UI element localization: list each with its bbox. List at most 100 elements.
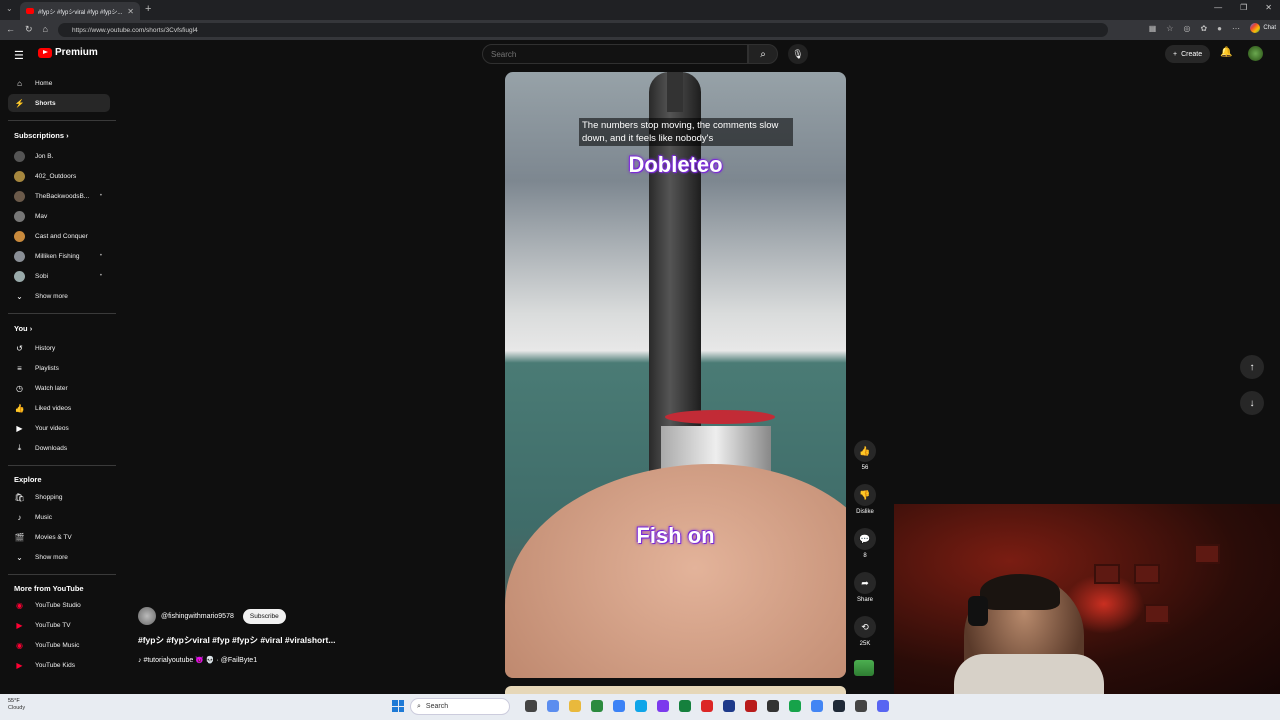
share-button[interactable]: ➦ Share [850,572,880,603]
app-icon[interactable] [679,700,691,712]
voice-search-button[interactable]: 🎙 [788,44,808,64]
sidebar-item-subscription[interactable]: Milliken Fishing • [8,247,110,265]
comments-button[interactable]: 💬 8 [850,528,880,559]
sidebar-item-subscription[interactable]: 402_Outdoors [8,167,110,185]
subscribe-button[interactable]: Subscribe [242,608,286,624]
url-field[interactable]: https://www.youtube.com/shorts/3Cvfsfiug… [58,23,1108,37]
new-tab-icon[interactable]: + [145,3,151,15]
short-video-player[interactable]: The numbers stop moving, the comments sl… [505,72,846,678]
like-button[interactable]: 👍 56 [850,440,880,471]
file-explorer-icon[interactable] [569,700,581,712]
next-short-button[interactable]: ↓ [1240,391,1264,415]
create-button[interactable]: + Create [1165,45,1211,63]
app-icon[interactable] [613,700,625,712]
steam-icon[interactable] [833,700,845,712]
app-icon[interactable] [723,700,735,712]
extensions-icon[interactable]: ✿ [1200,24,1207,33]
restore-icon[interactable]: ❐ [1240,3,1247,12]
sidebar-item-history[interactable]: ↺ History [8,339,110,357]
subscriptions-show-more[interactable]: ⌄ Show more [8,287,110,305]
sidebar-item-liked-videos[interactable]: 👍 Liked videos [8,399,110,417]
sidebar-item-shorts[interactable]: ⚡ Shorts [8,94,110,112]
channel-name[interactable]: @fishingwithmario9578 [161,613,234,620]
profile-icon[interactable]: ● [1217,24,1222,33]
spotify-icon[interactable] [789,700,801,712]
edge-icon[interactable] [635,700,647,712]
sidebar-item-subscription[interactable]: Cast and Conquer [8,227,110,245]
explore-show-more[interactable]: ⌄ Show more [8,548,110,566]
discord-icon[interactable] [877,700,889,712]
channel-avatar [14,250,25,262]
taskbar-search[interactable]: ⌕ Search [410,698,510,715]
tab-search-icon[interactable]: ⌄ [6,4,13,13]
browser-tab-active[interactable]: #fypシ #fypシviral #fyp #fypシ... ✕ [20,2,140,20]
sidebar-item-subscription[interactable]: Jon B. [8,147,110,165]
youtube-header: ☰ Premium ⌕ 🎙 + Create 🔔 [0,40,1280,68]
your-videos-icon: ▶ [16,423,23,433]
shopping-icon: 🛍 [14,492,25,502]
bookmark-icon[interactable]: ☆ [1166,24,1173,33]
sidebar-item-watch-later[interactable]: ◷ Watch later [8,379,110,397]
short-sound-link[interactable]: ♪ #tutorialyoutube 😈 💀 · @FailByte1 [138,656,257,664]
chat-button[interactable]: Chat [1250,23,1276,33]
dislike-button[interactable]: 👎 Dislike [850,484,880,515]
sound-thumbnail[interactable] [854,660,874,676]
sidebar-item-youtube-music[interactable]: ◉ YouTube Music [8,636,110,654]
next-short-preview[interactable] [505,686,846,694]
channel-avatar [14,270,25,282]
app-icon[interactable] [855,700,867,712]
sidebar-item-shopping[interactable]: 🛍 Shopping [8,488,110,506]
windows-start-icon[interactable] [392,700,404,712]
chrome-icon[interactable] [811,700,823,712]
terminal-icon[interactable] [767,700,779,712]
copilot-taskbar-icon[interactable] [547,700,559,712]
home-browser-icon[interactable]: ⌂ [43,24,48,35]
sidebar-item-music[interactable]: ♪ Music [8,508,110,526]
headset-image [968,596,988,626]
task-view-icon[interactable] [525,700,537,712]
remix-button[interactable]: ⟲ 25K [850,616,880,647]
refresh-ext-icon[interactable]: ◎ [1183,24,1190,33]
mic-icon: 🎙 [792,48,804,59]
previous-short-button[interactable]: ↑ [1240,355,1264,379]
sidebar-item-subscription[interactable]: Mav [8,207,110,225]
close-tab-icon[interactable]: ✕ [127,7,134,16]
sidebar-item-youtube-tv[interactable]: ▶ YouTube TV [8,616,110,634]
apps-icon[interactable]: ▦ [1149,24,1157,33]
app-icon[interactable] [701,700,713,712]
search-input[interactable] [482,44,748,64]
close-window-icon[interactable]: ✕ [1265,3,1272,12]
minimize-icon[interactable]: — [1214,3,1222,12]
channel-avatar[interactable] [138,607,156,625]
sidebar-item-youtube-studio[interactable]: ◉ YouTube Studio [8,596,110,614]
reload-icon[interactable]: ↻ [25,24,33,35]
subscriptions-header[interactable]: Subscriptions › [14,131,69,140]
back-icon[interactable]: ← [6,24,15,35]
thumbs-down-icon: 👎 [854,484,876,506]
short-title[interactable]: #fypシ #fypシviral #fyp #fypシ #viral #vira… [138,634,335,646]
wall-frame-image [1144,604,1170,624]
weather-widget[interactable]: 55°F Cloudy [8,698,25,712]
app-icon[interactable] [745,700,757,712]
create-label: Create [1181,50,1203,58]
account-avatar[interactable] [1248,46,1263,61]
you-header[interactable]: You › [14,324,32,333]
more-menu-icon[interactable]: ⋯ [1232,24,1240,33]
sidebar-item-youtube-kids[interactable]: ▶ YouTube Kids [8,656,110,674]
sidebar-item-home[interactable]: ⌂ Home [8,74,110,92]
notifications-icon[interactable]: 🔔 [1220,47,1232,58]
rod-tip-image [667,72,683,112]
sidebar-item-your-videos[interactable]: ▶ Your videos [8,419,110,437]
sidebar-item-playlists[interactable]: ≡ Playlists [8,359,110,377]
menu-icon[interactable]: ☰ [14,49,24,62]
app-icon[interactable] [591,700,603,712]
sidebar-item-subscription[interactable]: Sobi • [8,267,110,285]
sidebar-item-movies[interactable]: 🎬 Movies & TV [8,528,110,546]
window-controls: — ❐ ✕ [1214,3,1272,12]
sidebar-item-subscription[interactable]: TheBackwoodsB... • [8,187,110,205]
sidebar-item-label: YouTube Studio [35,601,81,609]
sidebar-item-downloads[interactable]: ⤓ Downloads [8,439,110,457]
youtube-logo[interactable]: Premium [38,47,98,58]
app-icon[interactable] [657,700,669,712]
search-button[interactable]: ⌕ [748,44,778,64]
